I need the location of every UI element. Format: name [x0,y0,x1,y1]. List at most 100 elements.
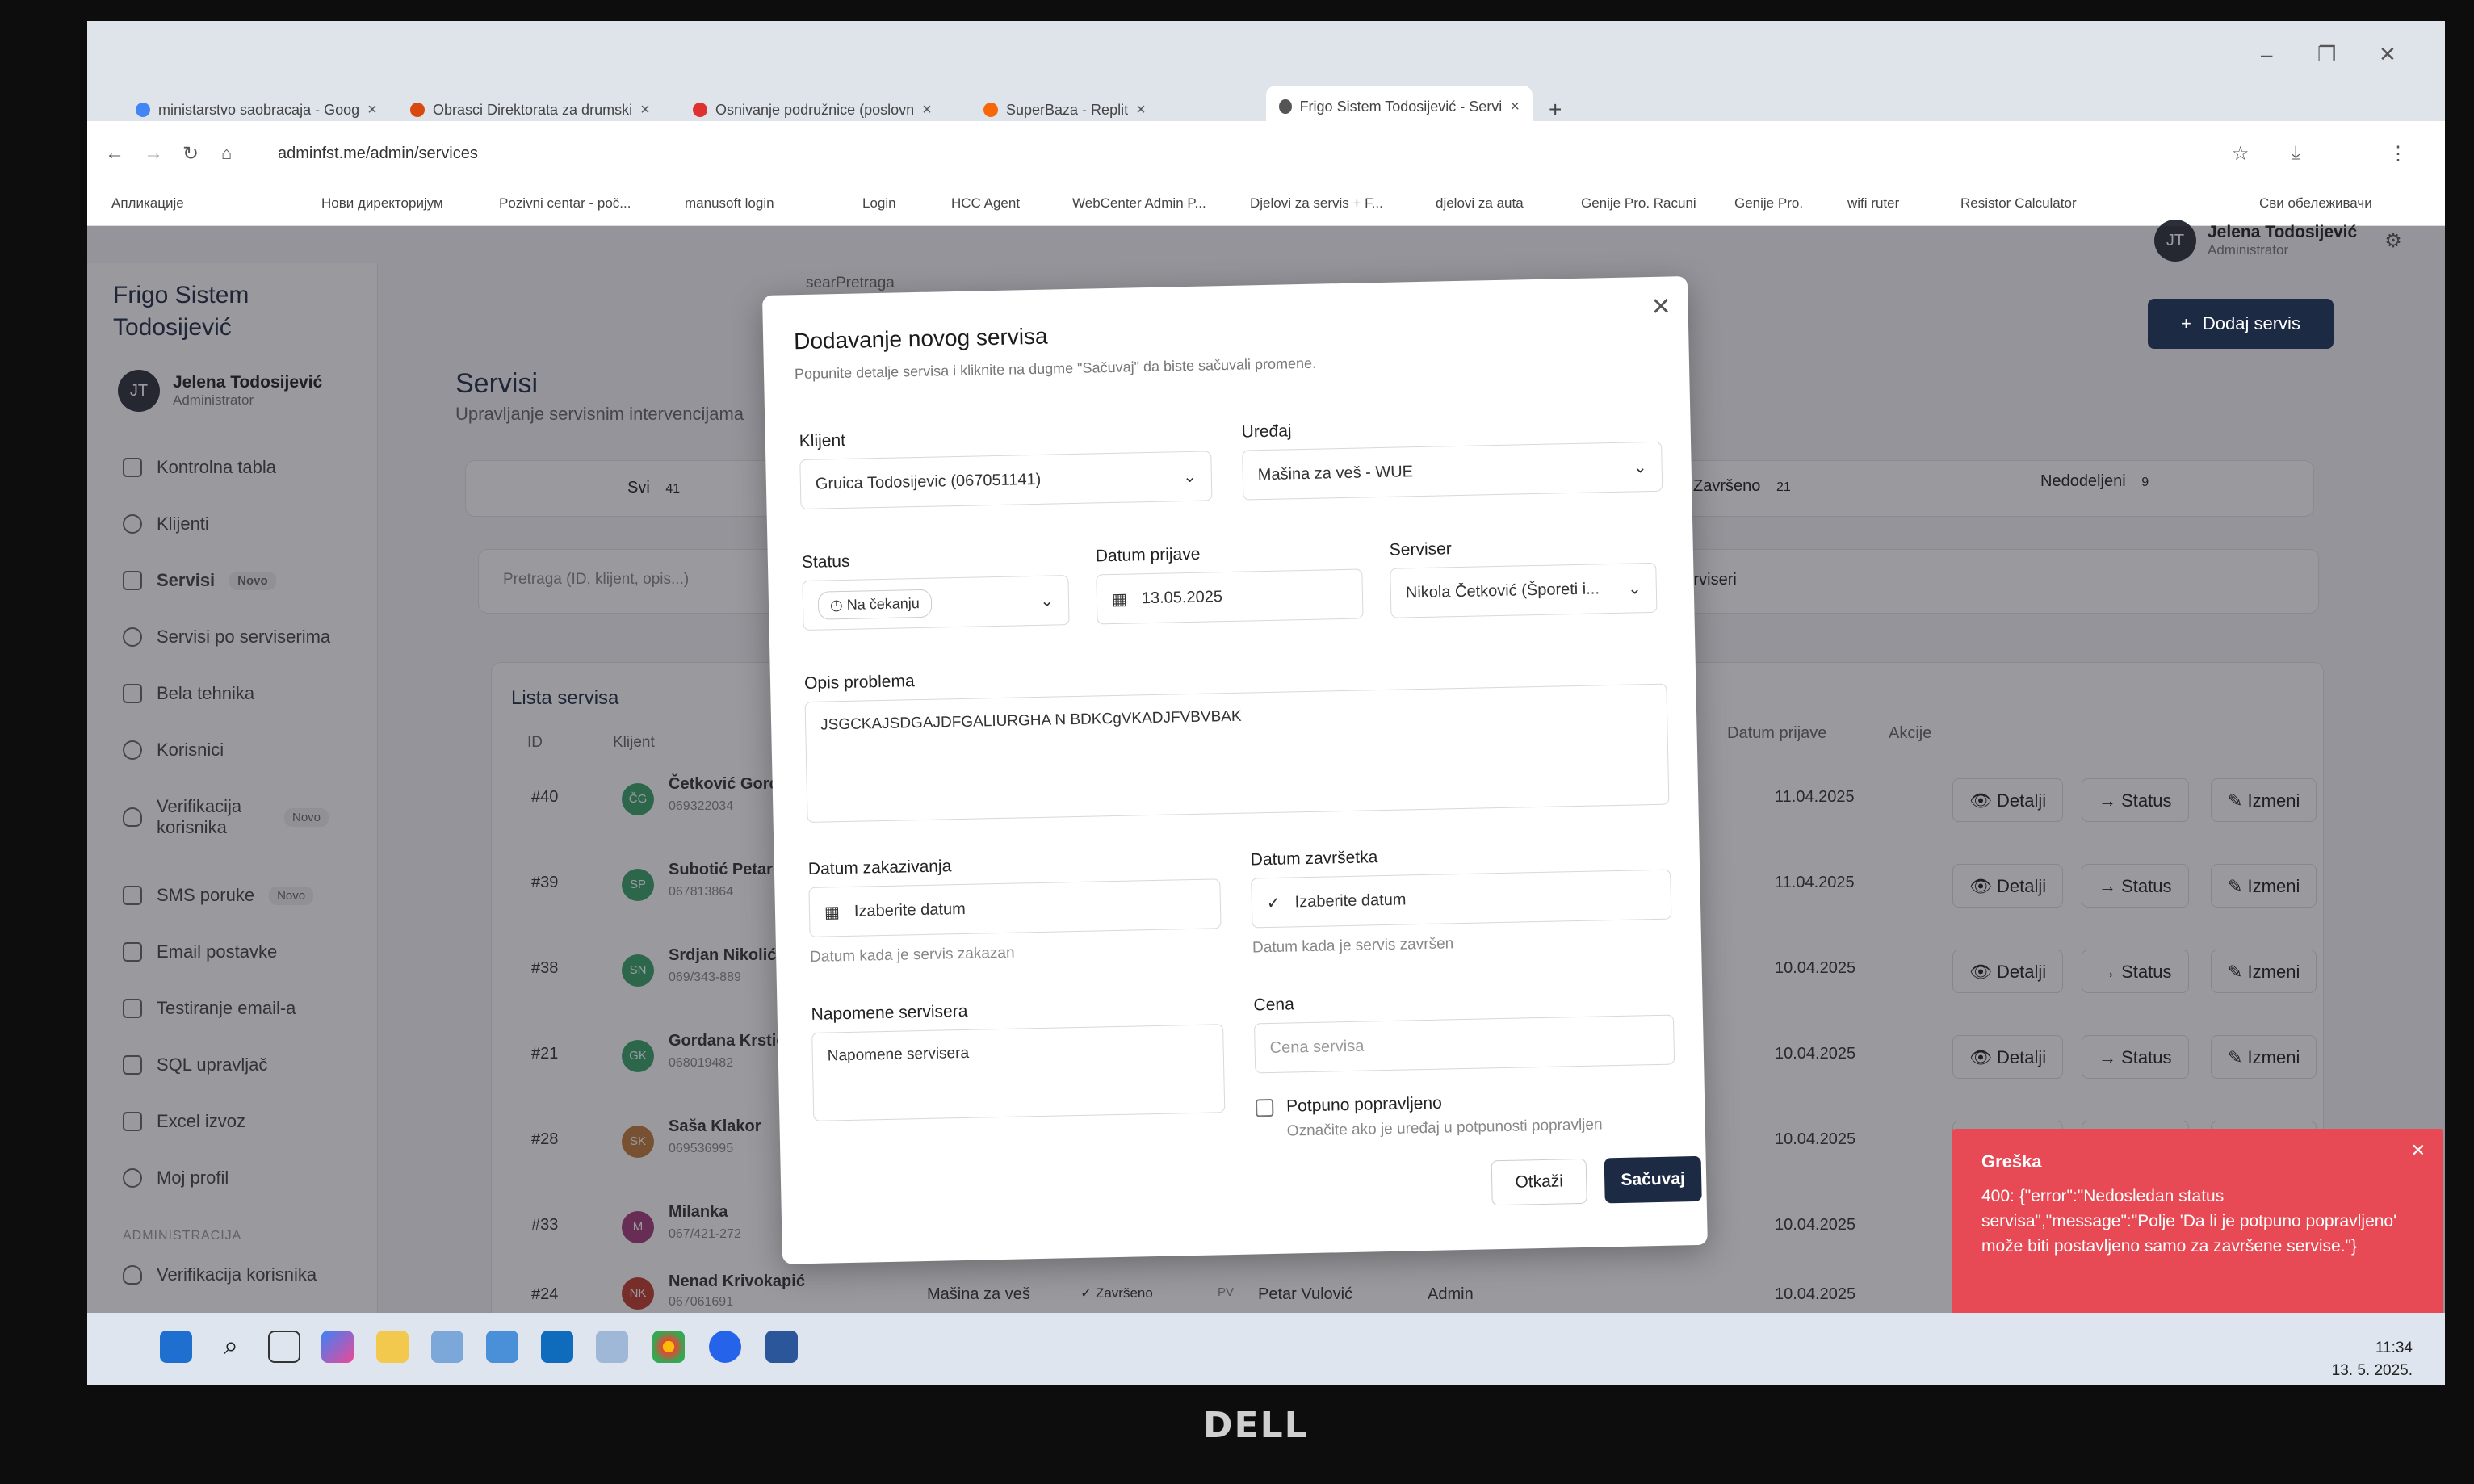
completed-date-picker[interactable]: ✓ Izaberite datum [1251,869,1672,929]
bookmark-all[interactable]: Сви обележивачи [2259,195,2372,212]
browser-tab-2[interactable]: Obrasci Direktorata za drumski × [410,94,677,126]
close-icon[interactable]: × [367,101,377,119]
windows-start-icon[interactable] [160,1331,192,1363]
forward-icon[interactable]: → [144,142,163,165]
repaired-help: Označite ako je uređaj u potpunosti popr… [1286,1116,1603,1140]
price-label: Cena [1253,995,1294,1015]
date-field[interactable]: ▦ 13.05.2025 [1096,568,1364,625]
scheduled-date-help: Datum kada je servis zakazan [809,944,1015,966]
chevron-down-icon: ⌄ [1040,592,1055,610]
device-label: Uređaj [1241,421,1292,442]
reload-icon[interactable]: ↻ [182,142,199,166]
screen: ministarstvo saobracaja - Goog × Obrasci … [87,21,2445,1385]
close-icon[interactable]: × [1136,101,1146,119]
completed-date-help: Datum kada je servis završen [1252,935,1454,957]
price-input[interactable]: Cena servisa [1254,1014,1675,1074]
minimize-icon[interactable]: – [2261,42,2272,67]
bookmark-folder[interactable]: Нови директоријум [321,195,443,212]
status-select[interactable]: ◷ Na čekanju ⌄ [802,575,1070,631]
task-view-icon[interactable] [268,1331,300,1363]
add-service-button[interactable]: + Dodaj servis [2148,299,2334,349]
restore-icon[interactable]: ❐ [2317,42,2336,67]
window-close-icon[interactable]: ✕ [2379,42,2396,67]
star-icon[interactable]: ☆ [2232,142,2250,166]
close-icon[interactable]: ✕ [1650,292,1671,321]
browser-tab-strip: ministarstvo saobracaja - Goog × Obrasci … [87,21,2445,128]
chevron-down-icon: ⌄ [1182,467,1197,486]
close-icon[interactable]: × [640,101,650,119]
bookmark-genije[interactable]: Genije Pro. [1734,195,1803,212]
servicer-select[interactable]: Nikola Četković (Šporeti i... ⌄ [1390,562,1658,618]
browser-tab-1[interactable]: ministarstvo saobracaja - Goog × [136,94,402,126]
system-clock: 11:34 13. 5. 2025. [2332,1337,2413,1382]
shield-icon [410,103,425,117]
plus-icon: + [2181,313,2191,333]
repaired-label: Potpuno popravljeno [1285,1093,1443,1116]
mail-icon[interactable] [486,1331,518,1363]
save-button[interactable]: Sačuvaj [1604,1155,1702,1204]
error-toast: ✕ Greška 400: {"error":"Nedosledan statu… [1952,1129,2443,1319]
cancel-button[interactable]: Otkaži [1491,1158,1587,1206]
bookmark-login[interactable]: Login [862,195,896,212]
browser-tab-3[interactable]: Osnivanje podružnice (poslovn × [693,94,967,126]
copilot-icon[interactable] [321,1331,354,1363]
word-icon[interactable] [765,1331,798,1363]
bookmark-wifi[interactable]: wifi ruter [1847,195,1899,212]
download-icon[interactable]: ⤓ [2292,142,2300,165]
heart-icon [693,103,707,117]
bookmark-hcc[interactable]: HCC Agent [951,195,1020,212]
client-label: Klijent [799,430,846,451]
taskbar: ⌕ 11:34 13. 5. 2025. [87,1313,2445,1385]
back-icon[interactable]: ← [105,142,124,165]
close-icon[interactable]: × [922,101,932,119]
problem-label: Opis problema [803,672,915,694]
bookmark-djelovi-auta[interactable]: djelovi za auta [1436,195,1524,212]
app-h-icon[interactable] [709,1331,741,1363]
bookmark-webcenter[interactable]: WebCenter Admin P... [1072,195,1206,212]
monitor-brand: DELL [1203,1405,1309,1446]
folder-icon[interactable] [376,1331,409,1363]
clock-date: 13. 5. 2025. [2331,1362,2413,1379]
notes-label: Napomene servisera [811,1001,968,1024]
store-icon[interactable] [431,1331,463,1363]
close-icon[interactable]: ✕ [2411,1140,2426,1161]
close-icon[interactable]: × [1510,98,1520,116]
bookmark-djelovi-servis[interactable]: Djelovi za servis + F... [1250,195,1383,212]
repaired-checkbox[interactable] [1255,1098,1274,1117]
clock-time: 11:34 [2375,1339,2413,1356]
browser-tab-4[interactable]: SuperBaza - Replit × [983,94,1250,126]
url-field[interactable]: adminfst.me/admin/services [278,145,478,163]
notepad-icon[interactable] [596,1331,628,1363]
replit-icon [983,103,998,117]
modal-subtitle: Popunite detalje servisa i kliknite na d… [794,354,1317,383]
problem-textarea[interactable]: JSGCKAJSDGAJDFGALIURGHA N BDKCgVKADJFVBV… [804,683,1670,823]
toast-message: 400: {"error":"Nedosledan status servisa… [1981,1187,2397,1256]
scheduled-date-label: Datum zakazivanja [807,857,952,878]
browser-tab-active[interactable]: Frigo Sistem Todosijević - Servi × [1266,86,1533,128]
bookmark-resistor[interactable]: Resistor Calculator [1960,195,2077,212]
toast-title: Greška [1981,1151,2042,1172]
address-bar: ← → ↻ ⌂ adminfst.me/admin/services ☆ ⤓ ⋮ [87,128,2445,179]
notes-textarea[interactable]: Napomene servisera [811,1024,1226,1121]
servicer-label: Serviser [1389,539,1453,560]
date-label: Datum prijave [1095,544,1201,566]
calendar-icon: ▦ [1111,590,1128,609]
bookmark-manusoft[interactable]: manusoft login [685,195,774,212]
menu-icon[interactable]: ⋮ [2388,142,2408,166]
chrome-icon[interactable] [652,1331,685,1363]
bookmark-genije-racuni[interactable]: Genije Pro. Racuni [1581,195,1696,212]
outlook-icon[interactable] [541,1331,573,1363]
client-select[interactable]: Gruica Todosijevic (067051141) ⌄ [799,451,1213,510]
scheduled-date-picker[interactable]: ▦ Izaberite datum [808,878,1222,937]
modal-title: Dodavanje novog servisa [793,323,1048,354]
status-pill: ◷ Na čekanju [817,589,933,620]
home-icon[interactable]: ⌂ [221,143,232,164]
status-label: Status [801,551,850,572]
search-icon[interactable]: ⌕ [215,1331,247,1363]
new-tab-button[interactable]: + [1549,94,1581,126]
globe-icon [1279,99,1292,114]
add-service-modal: Dodavanje novog servisa Popunite detalje… [762,276,1708,1264]
bookmark-apps[interactable]: Апликације [111,195,184,212]
device-select[interactable]: Mašina za veš - WUE ⌄ [1242,441,1663,501]
bookmark-pozivni[interactable]: Pozivni centar - poč... [499,195,631,212]
